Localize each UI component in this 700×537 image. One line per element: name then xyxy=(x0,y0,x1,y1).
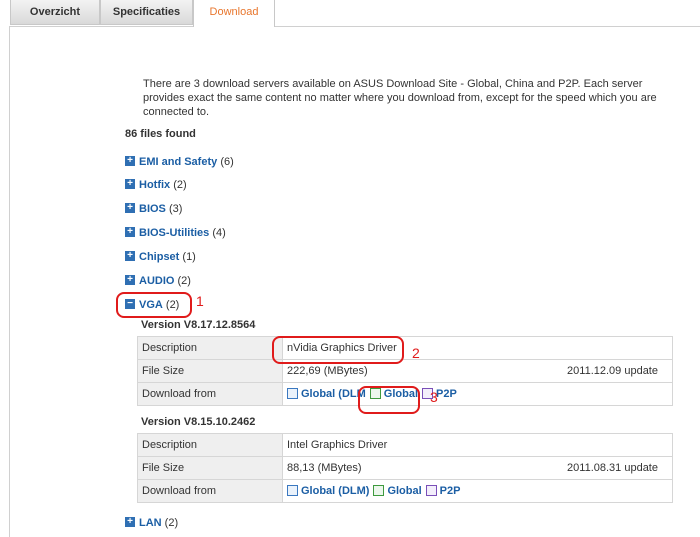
category-chipset[interactable]: + Chipset (1) xyxy=(125,250,196,264)
category-count: (6) xyxy=(220,156,234,168)
description-value: Intel Graphics Driver xyxy=(282,433,673,457)
tab-bar: Overzicht Specificaties Download xyxy=(0,0,700,27)
version-label: Version V8.17.12.8564 xyxy=(141,319,256,331)
annotation-circle-vga xyxy=(116,292,192,318)
floppy-disk-icon xyxy=(373,484,385,496)
annotation-number: 1 xyxy=(196,293,204,309)
tab-overzicht[interactable]: Overzicht xyxy=(10,0,100,25)
annotation-circle-global xyxy=(358,386,420,414)
floppy-disk-icon xyxy=(287,387,298,399)
file-size-label: File Size xyxy=(137,359,283,383)
annotation-circle-description xyxy=(272,336,404,364)
download-links: Global (DLM Global P2P xyxy=(282,382,673,406)
category-name[interactable]: Hotfix xyxy=(139,179,170,191)
category-name[interactable]: Chipset xyxy=(139,251,179,263)
category-count: (1) xyxy=(182,251,196,263)
table-row: File Size 88,13 (MBytes) 2011.08.31 upda… xyxy=(137,456,673,480)
category-hotfix[interactable]: + Hotfix (2) xyxy=(125,178,187,192)
category-name[interactable]: AUDIO xyxy=(139,275,174,287)
floppy-disk-icon xyxy=(425,484,437,496)
tab-specificaties[interactable]: Specificaties xyxy=(100,0,193,25)
expand-icon[interactable]: + xyxy=(125,179,135,190)
category-audio[interactable]: + AUDIO (2) xyxy=(125,274,191,288)
update-date: 2011.12.09 update xyxy=(567,365,658,377)
floppy-disk-icon xyxy=(287,484,298,496)
category-count: (2) xyxy=(173,179,187,191)
file-size-value: 88,13 (MBytes) xyxy=(287,462,362,474)
expand-icon[interactable]: + xyxy=(125,275,135,286)
file-size-value: 222,69 (MBytes) xyxy=(287,365,368,377)
files-found-count: 86 files found xyxy=(125,128,196,140)
download-from-label: Download from xyxy=(137,382,283,406)
table-row: Description Intel Graphics Driver xyxy=(137,433,673,457)
download-intro-text: There are 3 download servers available o… xyxy=(143,78,657,118)
category-count: (3) xyxy=(168,203,183,215)
update-date: 2011.08.31 update xyxy=(567,462,658,474)
category-name[interactable]: EMI and Safety xyxy=(139,156,217,168)
table-row: Description nVidia Graphics Driver xyxy=(137,336,673,360)
category-bios-utilities[interactable]: + BIOS-Utilities (4) xyxy=(125,226,226,240)
table-row: Download from Global (DLM) Global P2P xyxy=(137,479,673,503)
download-p2p-link[interactable]: P2P xyxy=(425,484,460,497)
annotation-number: 2 xyxy=(412,345,420,361)
category-count: (2) xyxy=(164,517,179,529)
expand-icon[interactable]: + xyxy=(125,251,135,262)
download-links: Global (DLM) Global P2P xyxy=(282,479,673,503)
expand-icon[interactable]: + xyxy=(125,203,135,214)
download-global-dlm-link[interactable]: Global (DLM) xyxy=(287,484,369,497)
file-size-cell: 88,13 (MBytes) 2011.08.31 update xyxy=(282,456,673,480)
category-bios[interactable]: + BIOS (3) xyxy=(125,202,182,216)
annotation-number: 3 xyxy=(430,389,438,405)
expand-icon[interactable]: + xyxy=(125,517,135,528)
description-label: Description xyxy=(137,433,283,457)
expand-icon[interactable]: + xyxy=(125,227,135,238)
category-emi-and-safety[interactable]: + EMI and Safety (6) xyxy=(125,155,234,169)
download-global-link[interactable]: Global xyxy=(373,484,422,497)
category-count: (2) xyxy=(177,275,191,287)
file-size-label: File Size xyxy=(137,456,283,480)
category-name[interactable]: LAN xyxy=(139,517,162,529)
version-label: Version V8.15.10.2462 xyxy=(141,416,256,428)
download-global-dlm-link[interactable]: Global (DLM xyxy=(287,387,366,400)
expand-icon[interactable]: + xyxy=(125,156,135,167)
category-count: (4) xyxy=(212,227,226,239)
description-label: Description xyxy=(137,336,283,360)
tab-download[interactable]: Download xyxy=(193,0,275,27)
download-p2p-link[interactable]: P2P xyxy=(422,387,457,400)
table-row: File Size 222,69 (MBytes) 2011.12.09 upd… xyxy=(137,359,673,383)
download-from-label: Download from xyxy=(137,479,283,503)
driver-table: Description Intel Graphics Driver File S… xyxy=(137,433,673,503)
category-name[interactable]: BIOS-Utilities xyxy=(139,227,209,239)
category-name[interactable]: BIOS xyxy=(139,203,166,215)
